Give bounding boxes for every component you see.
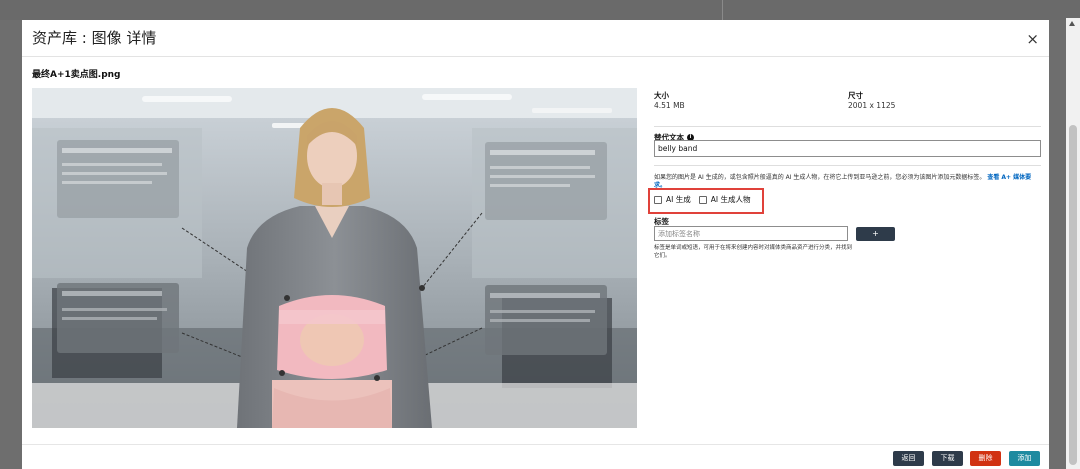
checkbox-box-icon[interactable] [654, 195, 662, 204]
page-scrollbar[interactable] [1066, 18, 1080, 469]
ai-generated-checkbox[interactable]: AI 生成 [654, 194, 691, 205]
backdrop-top-bar [0, 0, 1080, 20]
section-divider [654, 126, 1041, 127]
add-tag-button[interactable]: + [856, 227, 895, 241]
ai-generated-label: AI 生成 [666, 195, 691, 204]
scroll-up-arrow-icon[interactable] [1069, 21, 1075, 26]
backdrop-separator [722, 0, 723, 20]
section-divider-2 [654, 165, 1041, 166]
product-photo [32, 88, 637, 428]
size-value: 4.51 MB [654, 101, 685, 110]
ai-notice-text: 如果您的图片是 AI 生成的，或包含照片般逼真的 AI 生成人物，在将它上传到亚… [654, 174, 986, 181]
image-preview [32, 88, 637, 428]
ai-person-checkbox[interactable]: AI 生成人物 [698, 194, 751, 205]
size-block: 大小 4.51 MB [654, 90, 685, 110]
dimension-value: 2001 x 1125 [848, 101, 896, 110]
back-button[interactable]: 返回 [893, 451, 924, 466]
dimension-block: 尺寸 2001 x 1125 [848, 90, 895, 110]
image-filename: 最终A+1卖点图.png [32, 70, 121, 80]
add-button[interactable]: 添加 [1009, 451, 1040, 466]
ai-person-label: AI 生成人物 [710, 195, 751, 204]
delete-button[interactable]: 删除 [970, 451, 1001, 466]
size-label: 大小 [654, 91, 669, 100]
close-icon[interactable]: × [1026, 30, 1039, 48]
image-detail-modal: 资产库 : 图像 详情 × 最终A+1卖点图.png 大小 4.51 MB 尺寸… [22, 20, 1049, 469]
modal-footer: 返回 下载 删除 添加 [22, 444, 1049, 469]
modal-title: 资产库 : 图像 详情 [32, 29, 157, 47]
tag-name-input[interactable] [654, 226, 848, 241]
download-button[interactable]: 下载 [932, 451, 963, 466]
ai-checkbox-row: AI 生成 AI 生成人物 [654, 194, 758, 205]
modal-header: 资产库 : 图像 详情 × [22, 20, 1049, 57]
scroll-thumb[interactable] [1069, 125, 1077, 465]
dimension-label: 尺寸 [848, 91, 863, 100]
alt-text-input[interactable] [654, 140, 1041, 157]
tags-hint: 标签是单词或短语，可用于在将来创建内容时对媒体类商品资产进行分类，并找到它们。 [654, 245, 853, 259]
checkbox-box-icon[interactable] [698, 195, 707, 204]
